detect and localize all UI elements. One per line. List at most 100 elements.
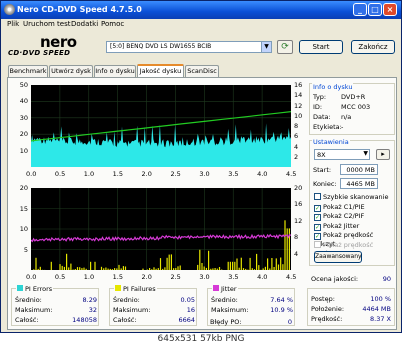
pi-failure-bar (166, 257, 168, 270)
start-button[interactable]: Start (299, 40, 343, 54)
x-tick-label: 1.0 (83, 170, 95, 178)
y-right-tick-label: 16 (294, 200, 303, 209)
stat-value: 0.05 (180, 296, 195, 304)
stat-value: 148058 (72, 316, 97, 324)
settings-group: Ustawienia 8X ▼ ▸ Start: 0000 MB Koniec:… (309, 138, 395, 266)
y-right-tick-label: 2 (294, 152, 299, 161)
menu-item-plik[interactable]: Plik (7, 20, 19, 28)
pi-failures-jitter-chart (31, 188, 291, 270)
x-tick-label: 3.0 (199, 170, 210, 178)
x-tick-label: 0.5 (54, 273, 66, 281)
pi-failure-bar (107, 268, 109, 270)
pi-failure-bar (216, 268, 218, 270)
pi-failure-bar (199, 249, 201, 270)
cd-icon (4, 4, 15, 15)
advanced-button[interactable]: Zaawansowany (314, 251, 362, 263)
menu-item-uruchom-test[interactable]: Uruchom test (23, 20, 71, 28)
pi-failure-bar (83, 267, 85, 270)
pi-failure-bar (284, 220, 286, 270)
tab-benchmark[interactable]: Benchmark (8, 65, 48, 77)
checkbox-2[interactable]: ✓ Pokaż C2/PIF (314, 212, 364, 221)
disc-type-label: Typ: (313, 93, 327, 101)
drive-select-value: [5:0] BENQ DVD LS DW1655 BCIB (110, 43, 212, 50)
checkbox-1[interactable]: ✓ Pokaż C1/PIE (314, 203, 365, 212)
stat-label: Maksimum: (211, 306, 249, 314)
pi-failure-bar (280, 257, 282, 270)
x-tick-label: 2.0 (141, 170, 152, 178)
pi-failure-bar (256, 253, 258, 270)
tab-create-disc[interactable]: Utwórz dysk (49, 65, 93, 77)
chevron-down-icon: ▼ (363, 150, 368, 157)
y-left-tick-label: 40 (19, 97, 28, 106)
y-left-tick-label: 10 (19, 146, 28, 155)
checkbox-box (314, 240, 321, 248)
tab-disc-quality[interactable]: Jakość dysku (137, 64, 184, 78)
end-label: Koniec: (313, 180, 337, 188)
pi-failure-bar (118, 264, 120, 270)
pi-failure-bar (253, 269, 256, 270)
settings-apply-button[interactable]: ▸ (376, 149, 390, 160)
stat-value: 0 (287, 318, 292, 326)
pi-failures-jitter-plot (31, 188, 291, 270)
pi-failure-bar (120, 268, 122, 270)
close-button[interactable]: Zakończ (351, 40, 395, 54)
stat-label: Prędkość: (311, 315, 343, 323)
disc-id-value: MCC 003 (341, 103, 371, 111)
tab-disc-info[interactable]: Info o dysku (94, 65, 136, 77)
pi-errors-title-text: PI Errors (25, 285, 53, 293)
chevron-down-icon[interactable]: ▼ (261, 42, 271, 52)
pi-failure-bar (162, 268, 164, 270)
checkbox-label: Pokaż C1/PIE (323, 202, 365, 211)
speed-select[interactable]: 8X ▼ (314, 149, 370, 160)
pi-failure-bar (249, 257, 251, 270)
checkbox-3[interactable]: ✓ Pokaż Jitter (314, 222, 359, 231)
minimize-button[interactable]: _ (353, 3, 367, 16)
disc-info-title: Info o dysku (312, 83, 354, 91)
pi-failure-bar (236, 258, 238, 270)
pi-failure-bar (111, 269, 113, 270)
pi-errors-legend (17, 285, 23, 291)
close-window-button[interactable]: × (383, 3, 397, 16)
menu-item-dodatki[interactable]: Dodatki (71, 20, 98, 28)
checkbox-0[interactable]: Szybkie skanowanie (314, 193, 389, 201)
pi-failure-bar (39, 266, 41, 270)
image-caption: 645x531 57kb PNG (0, 333, 402, 346)
pi-failure-bar (81, 268, 83, 270)
pi-failure-bar (50, 261, 52, 270)
menu-item-pomoc[interactable]: Pomoc (101, 20, 124, 28)
drive-select[interactable]: [5:0] BENQ DVD LS DW1655 BCIB ▼ (106, 41, 272, 53)
pi-failure-bar (66, 253, 68, 270)
pi-failure-bar (70, 263, 72, 270)
maximize-button[interactable]: □ (368, 3, 382, 16)
refresh-drive-button[interactable]: ⟳ (277, 40, 293, 54)
tab-scandisc[interactable]: ScanDisc (185, 65, 219, 77)
pi-failure-bar (68, 267, 70, 270)
y-right-tick-label: 4 (294, 142, 299, 151)
x-tick-label: 4.5 (286, 273, 297, 281)
start-mb-input[interactable]: 0000 MB (340, 164, 378, 175)
stat-value: 7.64 % (270, 296, 293, 304)
pi-failure-bar (63, 266, 65, 270)
end-mb-input[interactable]: 4465 MB (340, 178, 378, 189)
pi-failure-bar (72, 269, 74, 270)
x-tick-label: 2.5 (170, 170, 181, 178)
disc-info-group: Info o dysku Typ: DVD+R ID: MCC 003 Data… (309, 83, 395, 135)
stat-label: Średnio: (113, 296, 140, 304)
logo-subtitle: CD·DVD SPEED (8, 49, 71, 57)
checkbox-label: Pokaż C2/PIF (323, 212, 365, 220)
x-tick-label: 3.5 (228, 170, 239, 178)
y-right-tick-label: 14 (294, 91, 303, 100)
stat-label: Położenie: (311, 305, 345, 313)
y-right-tick-label: 10 (294, 111, 303, 120)
stat-label: Całość: (15, 316, 39, 324)
checkbox-label: Szybkie skanowanie (323, 193, 389, 201)
stat-label: Całość: (113, 316, 137, 324)
x-tick-label: 0.5 (54, 170, 66, 178)
progress-stats: Postęp: 100 % Położenie: 4464 MB Prędkość:… (307, 288, 395, 326)
read-speed-line (31, 111, 291, 142)
title-bar[interactable]: Nero CD-DVD Speed 4.7.5.0 _ □ × (1, 1, 401, 19)
pi-failure-bar (177, 266, 179, 270)
disc-date-value: n/a (341, 113, 352, 121)
settings-title: Ustawienia (312, 138, 350, 146)
stat-value: 32 (88, 306, 97, 314)
